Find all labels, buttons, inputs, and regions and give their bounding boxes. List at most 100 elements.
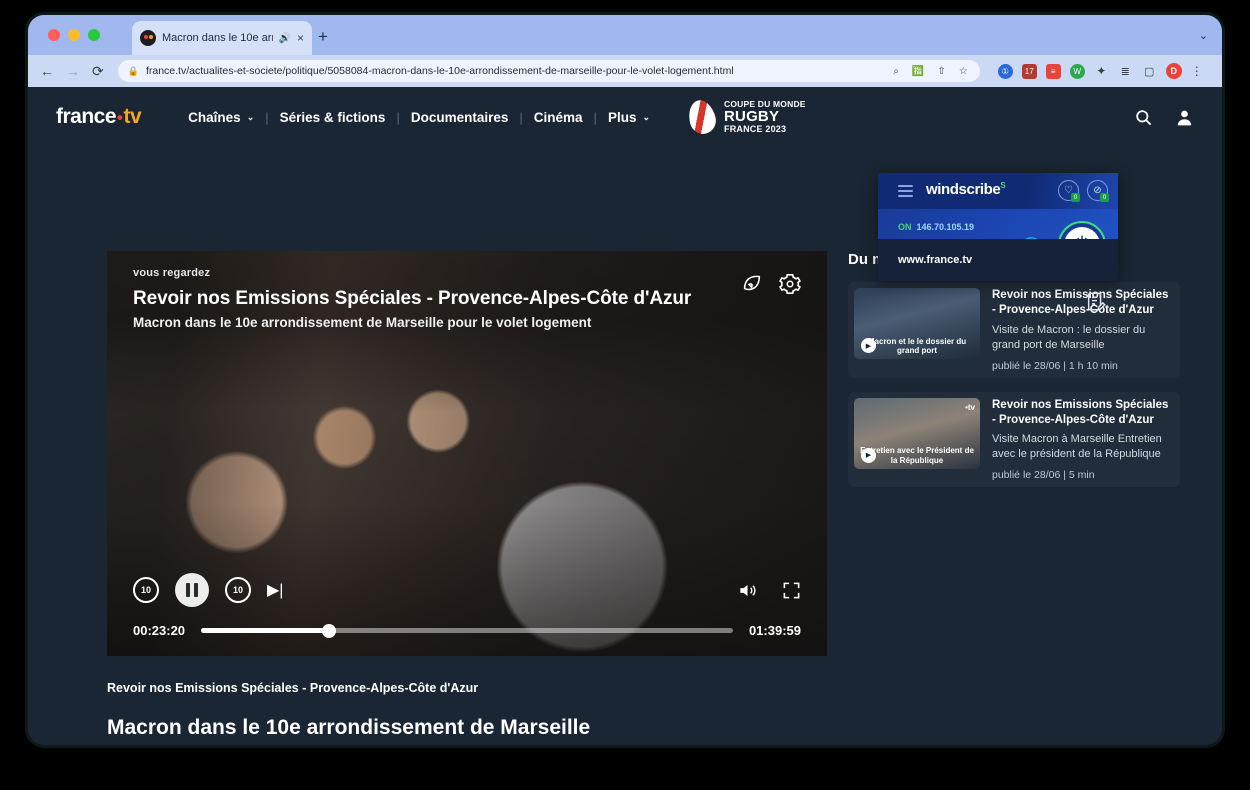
card-description: Visite Macron à Marseille Entretien avec… <box>992 433 1162 461</box>
extension-icons: ① 17 ≡ W ✦ ≣ ▢ D ⋮ <box>992 63 1203 79</box>
video-thumbnail[interactable]: ▶ Macron et le le dossier du grand port <box>854 288 980 359</box>
progress-slider[interactable] <box>201 623 733 638</box>
windscribe-extension-icon[interactable]: W <box>1069 63 1085 79</box>
account-icon[interactable] <box>1175 108 1194 127</box>
total-time: 01:39:59 <box>748 623 801 638</box>
player-right-controls <box>737 581 801 600</box>
player-buttons: 10 10 ▶| <box>133 573 801 607</box>
new-tab-button[interactable]: + <box>318 28 328 45</box>
forward-icon[interactable]: → <box>66 64 80 78</box>
site-header: france • tv Chaînes ⌄ | Séries & fiction… <box>28 87 1222 147</box>
brand-sup: S <box>1000 181 1006 190</box>
nav-item-cinema[interactable]: Cinéma <box>523 110 594 125</box>
omnibox-icons: ⌕ 🈯 ⇧ ☆ <box>893 66 969 77</box>
browser-window: Macron dans le 10e arrondi 🔊 × + ⌄ ← → ⟳… <box>28 15 1222 745</box>
tab-strip: Macron dans le 10e arrondi 🔊 × + ⌄ <box>28 15 1222 55</box>
search-icon[interactable] <box>1134 108 1153 127</box>
tab-title: Macron dans le 10e arrondi <box>162 32 273 44</box>
puzzle-extensions-icon[interactable]: ✦ <box>1094 64 1109 79</box>
minimize-window-button[interactable] <box>68 29 80 41</box>
progress-fill <box>201 628 329 633</box>
nav-item-series[interactable]: Séries & fictions <box>269 110 397 125</box>
next-video-button[interactable]: ▶| <box>267 580 283 600</box>
close-window-button[interactable] <box>48 29 60 41</box>
thumbnail-caption: Macron et le le dossier du grand port <box>867 336 967 356</box>
progress-knob[interactable] <box>321 623 336 638</box>
current-time: 00:23:20 <box>133 623 186 638</box>
maximize-window-button[interactable] <box>88 29 100 41</box>
list-item[interactable]: •tv ▶ Entretien avec le Président de la … <box>848 391 1180 488</box>
settings-gear-icon[interactable] <box>779 273 801 295</box>
connection-status: ON <box>898 222 912 232</box>
screen-root: Macron dans le 10e arrondi 🔊 × + ⌄ ← → ⟳… <box>0 0 1250 790</box>
list-item[interactable]: ▶ Macron et le le dossier du grand port … <box>848 282 1180 378</box>
player-overlay: vous regardez Revoir nos Emissions Spéci… <box>107 251 827 656</box>
address-bar[interactable]: 🔒 france.tv/actualites-et-societe/politi… <box>117 60 980 82</box>
browser-toolbar: ← → ⟳ 🔒 france.tv/actualites-et-societe/… <box>28 55 1222 87</box>
browser-menu-icon[interactable]: ⋮ <box>1191 64 1203 78</box>
onepassword-extension-icon[interactable]: ① <box>997 63 1013 79</box>
translate-icon[interactable]: 🈯 <box>912 66 924 77</box>
main-nav: Chaînes ⌄ | Séries & fictions | Document… <box>177 110 661 125</box>
player-title-block: vous regardez Revoir nos Emissions Spéci… <box>133 267 801 330</box>
favorite-heart-icon[interactable]: ♡ 0 <box>1058 180 1080 202</box>
nav-label: Plus <box>607 109 637 125</box>
hamburger-icon[interactable] <box>898 185 913 200</box>
video-details: Revoir nos Emissions Spéciales - Provenc… <box>107 681 867 745</box>
block-list-icon[interactable]: ⊘ 0 <box>1087 180 1109 202</box>
rewind-10-button[interactable]: 10 <box>133 577 159 603</box>
video-thumbnail[interactable]: •tv ▶ Entretien avec le Président de la … <box>854 397 980 469</box>
nav-item-chaines[interactable]: Chaînes ⌄ <box>177 110 265 125</box>
details-kicker: Revoir nos Emissions Spéciales - Provenc… <box>107 681 479 695</box>
ip-address: 146.70.105.19 <box>916 222 975 232</box>
logo-france: france <box>56 105 117 128</box>
rugby-ball-icon <box>685 97 719 137</box>
profile-avatar[interactable]: D <box>1165 63 1182 79</box>
reload-icon[interactable]: ⟳ <box>92 64 104 78</box>
pause-button[interactable] <box>175 573 209 607</box>
card-description: Visite de Macron : le dossier du grand p… <box>992 323 1146 351</box>
chevron-down-icon[interactable]: ⌄ <box>1199 29 1208 42</box>
tab-close-icon[interactable]: × <box>297 32 304 44</box>
card-meta: publié le 28/06 | 1 h 10 min <box>992 359 1118 372</box>
url-text: france.tv/actualites-et-societe/politiqu… <box>145 65 734 77</box>
fullscreen-icon[interactable] <box>782 581 801 600</box>
card-title: Revoir nos Emissions Spéciales - Provenc… <box>992 289 1169 316</box>
player-subtitle: Macron dans le 10e arrondissement de Mar… <box>133 315 592 330</box>
volume-icon[interactable] <box>737 581 758 600</box>
forward-label: 10 <box>232 585 243 595</box>
eco-leaf-icon[interactable] <box>741 273 763 295</box>
browser-tab[interactable]: Macron dans le 10e arrondi 🔊 × <box>132 21 312 55</box>
card-meta: publié le 28/06 | 5 min <box>992 469 1095 482</box>
rugby-world-cup-banner[interactable]: COUPE DU MONDE RUGBY FRANCE 2023 <box>685 97 806 137</box>
page-content: france • tv Chaînes ⌄ | Séries & fiction… <box>28 87 1222 745</box>
card-body: Revoir nos Emissions Spéciales - Provenc… <box>992 398 1174 482</box>
nav-item-documentaires[interactable]: Documentaires <box>400 110 520 125</box>
player-controls: 10 10 ▶| 00:23:20 01:39:59 <box>133 573 801 638</box>
rewind-label: 10 <box>140 585 151 595</box>
back-icon[interactable]: ← <box>40 64 54 78</box>
rugby-line2: RUGBY <box>724 107 780 125</box>
bookmark-star-icon[interactable]: ☆ <box>959 66 968 77</box>
related-videos-rail: Du même programme ▶ Macron et le le doss… <box>848 251 1180 501</box>
note-edit-icon[interactable] <box>1085 290 1107 314</box>
windscribe-popup[interactable]: windscribeS ♡0 ⊘0 ON146.70.105.19 Paris … <box>878 173 1118 281</box>
forward-10-button[interactable]: 10 <box>225 577 251 603</box>
chevron-down-icon: ⌄ <box>642 111 650 122</box>
francetv-logo[interactable]: france • tv <box>56 105 142 129</box>
share-icon[interactable]: ⇧ <box>937 66 945 77</box>
nav-item-plus[interactable]: Plus ⌄ <box>597 110 661 125</box>
equalizer-extension-icon[interactable]: ≡ <box>1045 63 1061 79</box>
player-progress-row: 00:23:20 01:39:59 <box>133 623 801 638</box>
tab-audio-icon[interactable]: 🔊 <box>279 33 291 44</box>
player-title: Revoir nos Emissions Spéciales - Provenc… <box>133 288 692 309</box>
calendar-extension-icon[interactable]: 17 <box>1021 63 1037 79</box>
side-panel-icon[interactable]: ▢ <box>1142 64 1157 79</box>
favorite-count: 0 <box>1071 193 1080 202</box>
tab-favicon <box>140 30 156 46</box>
reading-list-icon[interactable]: ≣ <box>1118 64 1133 79</box>
player-eyebrow: vous regardez <box>133 267 211 279</box>
video-player[interactable]: vous regardez Revoir nos Emissions Spéci… <box>107 251 827 656</box>
lock-icon: 🔒 <box>127 65 139 76</box>
search-icon[interactable]: ⌕ <box>893 66 899 77</box>
